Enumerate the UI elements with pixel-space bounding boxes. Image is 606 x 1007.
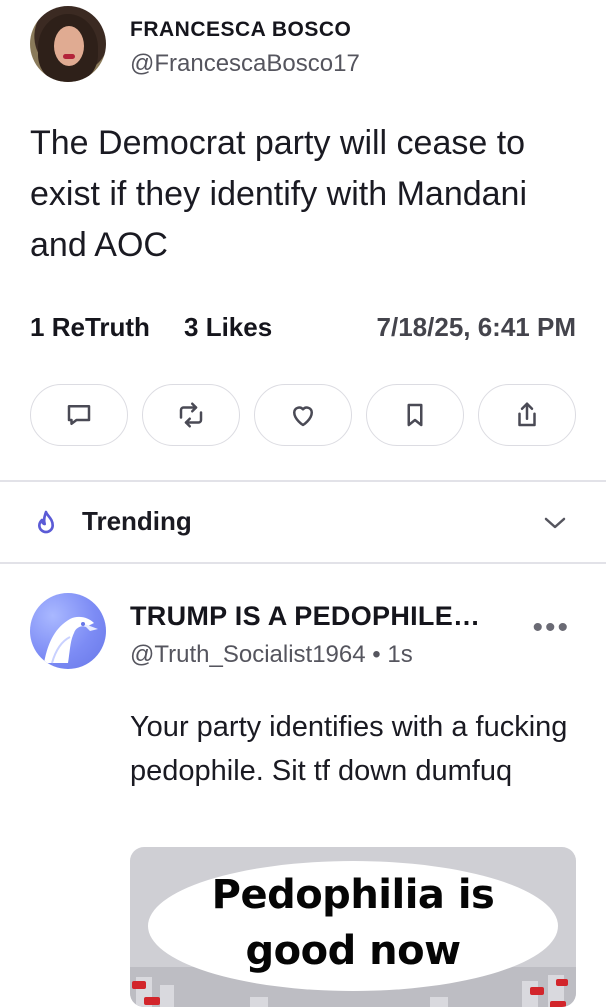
divider: [0, 562, 606, 564]
chevron-down-icon[interactable]: [542, 514, 568, 532]
trending-header[interactable]: Trending: [0, 482, 606, 562]
feed-item-author-handle[interactable]: @Truth_Socialist1964: [130, 641, 366, 668]
eagle-icon: [44, 616, 98, 664]
trending-label: Trending: [82, 506, 192, 536]
feed-item[interactable]: TRUMP IS A PEDOPHILE… @Truth_Socialist19…: [0, 565, 606, 1007]
media-caption: Pedophilia is good now: [211, 872, 495, 974]
bookmark-icon: [407, 403, 423, 427]
bookmark-button[interactable]: [366, 384, 464, 446]
post-timestamp: 7/18/25, 6:41 PM: [376, 312, 576, 342]
comment-icon: [67, 405, 91, 425]
post-stats: 1 ReTruth 3 Likes 7/18/25, 6:41 PM: [30, 312, 576, 348]
retruth-button[interactable]: [142, 384, 240, 446]
feed-item-media[interactable]: Pedophilia is good now: [130, 847, 576, 1007]
retruth-label: ReTruth: [51, 312, 150, 342]
feed-item-author-name[interactable]: TRUMP IS A PEDOPHILE…: [130, 601, 480, 632]
share-icon: [518, 402, 536, 427]
meta-separator: •: [372, 641, 381, 668]
flame-icon: [37, 510, 54, 534]
post-actions: [30, 384, 576, 448]
feed-item-meta: @Truth_Socialist1964 • 1s: [130, 641, 413, 669]
likes-stat[interactable]: 3 Likes: [184, 312, 272, 343]
likes-label: Likes: [205, 312, 273, 342]
reply-button[interactable]: [30, 384, 128, 446]
retruth-stat[interactable]: 1 ReTruth: [30, 312, 150, 343]
author-name[interactable]: FRANCESCA BOSCO: [130, 18, 351, 42]
more-options-button[interactable]: •••: [532, 613, 570, 643]
author-handle[interactable]: @FrancescaBosco17: [130, 50, 360, 78]
author-avatar[interactable]: [30, 6, 106, 82]
share-button[interactable]: [478, 384, 576, 446]
heart-icon: [293, 406, 313, 427]
post-text: The Democrat party will cease to exist i…: [30, 124, 528, 264]
likes-count: 3: [184, 312, 199, 342]
like-button[interactable]: [254, 384, 352, 446]
feed-item-text: Your party identifies with a fucking ped…: [130, 711, 568, 787]
feed-item-avatar[interactable]: [30, 593, 106, 669]
feed-item-age: 1s: [387, 641, 413, 668]
post: FRANCESCA BOSCO @FrancescaBosco17 The De…: [0, 0, 606, 480]
retruth-count: 1: [30, 312, 45, 342]
retruth-icon: [179, 402, 203, 428]
